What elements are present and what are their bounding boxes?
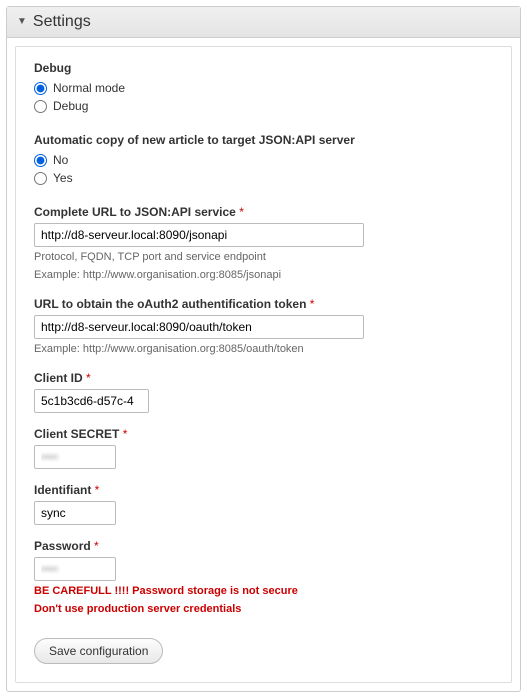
oauth-url-label-text: URL to obtain the oAuth2 authentificatio… bbox=[34, 297, 306, 311]
autocopy-radio-no-label: No bbox=[53, 153, 68, 167]
client-id-field: Client ID * bbox=[34, 371, 493, 413]
client-secret-label-text: Client SECRET bbox=[34, 427, 119, 441]
panel-title: Settings bbox=[33, 13, 91, 31]
chevron-down-icon: ▼ bbox=[17, 16, 27, 27]
required-marker: * bbox=[86, 371, 91, 385]
jsonapi-url-field: Complete URL to JSON:API service * Proto… bbox=[34, 205, 493, 283]
settings-body: Debug Normal mode Debug Automatic copy o… bbox=[15, 46, 512, 683]
jsonapi-url-desc2: Example: http://www.organisation.org:808… bbox=[34, 268, 493, 283]
identifiant-label: Identifiant * bbox=[34, 483, 493, 497]
debug-radio-debug-label: Debug bbox=[53, 99, 88, 113]
client-secret-field: Client SECRET * bbox=[34, 427, 493, 469]
oauth-url-desc1: Example: http://www.organisation.org:808… bbox=[34, 342, 493, 357]
debug-radio-normal-label: Normal mode bbox=[53, 81, 125, 95]
debug-option-debug[interactable]: Debug bbox=[34, 99, 493, 113]
jsonapi-url-input[interactable] bbox=[34, 223, 364, 247]
required-marker: * bbox=[94, 539, 99, 553]
required-marker: * bbox=[239, 205, 244, 219]
autocopy-option-no[interactable]: No bbox=[34, 153, 493, 167]
client-id-label-text: Client ID bbox=[34, 371, 83, 385]
required-marker: * bbox=[123, 427, 128, 441]
password-warn1: BE CAREFULL !!!! Password storage is not… bbox=[34, 584, 493, 600]
required-marker: * bbox=[95, 483, 100, 497]
password-label: Password * bbox=[34, 539, 493, 553]
debug-radio-normal[interactable] bbox=[34, 82, 47, 95]
autocopy-option-yes[interactable]: Yes bbox=[34, 171, 493, 185]
identifiant-field: Identifiant * bbox=[34, 483, 493, 525]
password-warn2: Don't use production server credentials bbox=[34, 602, 493, 618]
autocopy-radio-no[interactable] bbox=[34, 154, 47, 167]
debug-group: Debug Normal mode Debug bbox=[34, 61, 493, 113]
settings-header[interactable]: ▼ Settings bbox=[7, 7, 520, 38]
client-id-input[interactable] bbox=[34, 389, 149, 413]
autocopy-group-title: Automatic copy of new article to target … bbox=[34, 133, 493, 147]
oauth-url-label: URL to obtain the oAuth2 authentificatio… bbox=[34, 297, 493, 311]
autocopy-radio-yes-label: Yes bbox=[53, 171, 73, 185]
debug-group-title: Debug bbox=[34, 61, 493, 75]
identifiant-input[interactable] bbox=[34, 501, 116, 525]
client-id-label: Client ID * bbox=[34, 371, 493, 385]
password-field: Password * BE CAREFULL !!!! Password sto… bbox=[34, 539, 493, 619]
oauth-url-input[interactable] bbox=[34, 315, 364, 339]
save-button[interactable]: Save configuration bbox=[34, 638, 163, 664]
client-secret-input[interactable] bbox=[34, 445, 116, 469]
required-marker: * bbox=[310, 297, 315, 311]
password-input[interactable] bbox=[34, 557, 116, 581]
debug-radio-debug[interactable] bbox=[34, 100, 47, 113]
password-label-text: Password bbox=[34, 539, 91, 553]
client-secret-label: Client SECRET * bbox=[34, 427, 493, 441]
jsonapi-url-desc1: Protocol, FQDN, TCP port and service end… bbox=[34, 250, 493, 265]
debug-option-normal[interactable]: Normal mode bbox=[34, 81, 493, 95]
identifiant-label-text: Identifiant bbox=[34, 483, 91, 497]
oauth-url-field: URL to obtain the oAuth2 authentificatio… bbox=[34, 297, 493, 357]
jsonapi-url-label-text: Complete URL to JSON:API service bbox=[34, 205, 236, 219]
autocopy-group: Automatic copy of new article to target … bbox=[34, 133, 493, 185]
form-actions: Save configuration bbox=[34, 638, 493, 664]
autocopy-radio-yes[interactable] bbox=[34, 172, 47, 185]
jsonapi-url-label: Complete URL to JSON:API service * bbox=[34, 205, 493, 219]
settings-panel: ▼ Settings Debug Normal mode Debug Autom… bbox=[6, 6, 521, 692]
